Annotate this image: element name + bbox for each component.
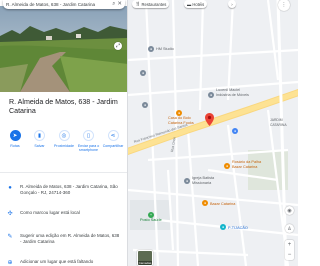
add-place-icon: ⊕ [7, 260, 13, 266]
poi-marker-3-icon[interactable]: ● [232, 128, 238, 134]
layers-button[interactable]: Camadas [137, 250, 153, 266]
poi-bazar-icon[interactable]: ● [202, 200, 208, 206]
street-view-photo[interactable]: ⤢ [0, 6, 127, 92]
zoom-out-icon[interactable]: − [288, 252, 292, 258]
add-place-text: Adicionar um lugar que está faltando [20, 259, 94, 264]
poi-igreja-label: Igreja Batista Missionaria [192, 176, 215, 185]
poi-marker-1-icon[interactable]: ● [142, 102, 148, 108]
send-to-phone-icon: ▯ [83, 130, 94, 141]
action-bar: ➤ Rotas ▮ Salvar ◎ Proximidade ▯ Enviar … [4, 130, 124, 152]
poi-tijacao-icon[interactable]: ● [220, 224, 226, 230]
search-box[interactable]: R. Almeida de Matos, 638 - Jardim Catari… [3, 0, 125, 9]
place-title: R. Almeida de Matos, 638 - Jardim Catari… [9, 98, 118, 115]
poi-rosario-icon[interactable]: ● [224, 163, 230, 169]
suggest-edit-row[interactable]: ✎ Sugerir uma edição em R. Almeida de Ma… [0, 233, 127, 245]
poi-bazar-label: Bazar Catarina [210, 202, 236, 206]
plus-code-text: Como marcou lugar está local [20, 210, 80, 215]
chevron-right-icon: › [231, 1, 233, 7]
street-view-image [0, 6, 127, 92]
layers-label: Camadas [138, 261, 152, 265]
my-location-icon[interactable]: ◉ [285, 206, 294, 215]
poi-rosario-label: Rosário da Palha Bazar Catarina [232, 160, 262, 169]
zoom-in-icon[interactable]: + [288, 242, 292, 248]
save-button[interactable]: ▮ Salvar [29, 130, 51, 152]
map-canvas[interactable]: 🍴︎ Restaurantes ▬ Hotéis › ⋮ ● HM Studio… [128, 0, 298, 266]
plus-code-icon: ✣ [7, 211, 13, 217]
directions-icon: ➤ [9, 130, 21, 141]
share-label: Compartilhar [102, 144, 124, 148]
chip-hotels[interactable]: ▬ Hotéis [184, 0, 208, 8]
search-input[interactable]: R. Almeida de Matos, 638 - Jardim Catari… [6, 2, 110, 7]
chip-hotels-label: Hotéis [192, 1, 205, 7]
poi-igreja-icon[interactable]: ● [184, 178, 190, 184]
address-row[interactable]: ● R. Almeida de Matos, 638 - Jardim Cata… [0, 184, 127, 196]
area-jardim-catarina-label: JARDIM CATARINA [270, 118, 287, 127]
place-panel: R. Almeida de Matos, 638 - Jardim Catari… [0, 0, 128, 266]
poi-lucenil-label: Lucenil Maciel Indústria de Móveis [216, 88, 249, 97]
send-to-phone-label: Enviar para o smartphone [77, 144, 100, 153]
zoom-control: + − [285, 240, 294, 260]
directions-button[interactable]: ➤ Rotas [4, 130, 26, 152]
location-pin-icon: ● [8, 185, 12, 191]
nearby-label: Proximidade [54, 144, 74, 148]
hotel-icon: ▬ [187, 1, 192, 7]
address-text: R. Almeida de Matos, 638 - Jardim Catari… [20, 184, 118, 195]
bookmark-icon: ▮ [34, 130, 45, 141]
search-icon[interactable]: ⌕ [112, 1, 115, 8]
poi-tijacao-label: P-TIJACÃO [228, 226, 248, 230]
send-to-phone-button[interactable]: ▯ Enviar para o smartphone [78, 130, 100, 152]
share-button[interactable]: ⋖ Compartilhar [102, 130, 124, 152]
suggest-edit-text: Sugerir uma edição em R. Almeida de Mato… [20, 233, 120, 244]
edit-icon: ✎ [7, 234, 13, 240]
share-icon: ⋖ [107, 130, 119, 141]
location-pin-marker[interactable] [205, 113, 214, 126]
more-categories-button[interactable]: › [228, 0, 236, 8]
pegman-icon[interactable]: ♙ [285, 224, 294, 233]
expand-photo-icon[interactable]: ⤢ [114, 42, 122, 50]
chip-restaurants[interactable]: 🍴︎ Restaurantes [132, 0, 170, 8]
chip-restaurants-label: Restaurantes [141, 1, 167, 7]
poi-hm-studio-icon[interactable]: ● [148, 46, 154, 52]
directions-label: Rotas [10, 144, 20, 148]
nearby-icon: ◎ [58, 130, 70, 141]
nearby-button[interactable]: ◎ Proximidade [53, 130, 75, 152]
add-place-row[interactable]: ⊕ Adicionar um lugar que está faltando [0, 259, 127, 266]
poi-marker-2-icon[interactable]: ● [140, 70, 146, 76]
section-divider [0, 172, 127, 173]
poi-hm-studio-label: HM Studio [156, 47, 174, 51]
plus-code-row[interactable]: ✣ Como marcou lugar está local [0, 210, 127, 218]
restaurants-icon: 🍴︎ [135, 1, 141, 6]
save-label: Salvar [34, 144, 45, 148]
close-icon[interactable]: ✕ [117, 1, 122, 8]
poi-lucenil-icon[interactable]: ● [208, 92, 214, 98]
poi-posto-label: Posto Saúde [140, 218, 162, 222]
